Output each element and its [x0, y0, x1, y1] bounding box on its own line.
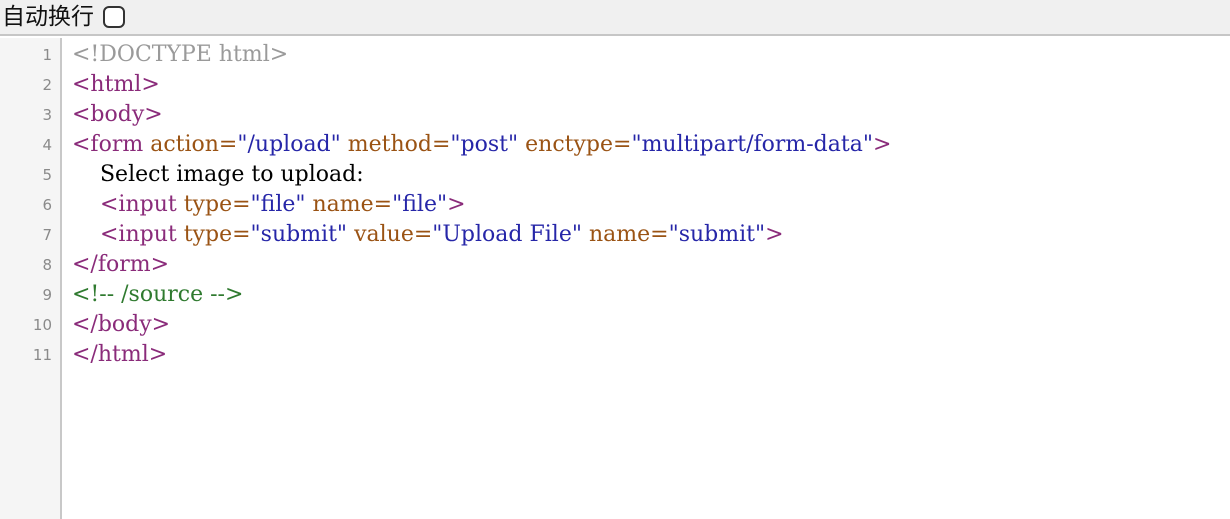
line-number-gutter: 1 2 3 4 5 6 7 8 9 10 11: [0, 38, 62, 519]
code-line[interactable]: <!-- /source -->: [72, 280, 1230, 310]
code-token-tag: <input: [99, 222, 177, 247]
code-line[interactable]: <body>: [72, 100, 1230, 130]
line-number: 10: [32, 316, 52, 334]
code-line[interactable]: <input type="submit" value="Upload File"…: [72, 220, 1230, 250]
code-line[interactable]: <html>: [72, 70, 1230, 100]
line-number: 8: [42, 256, 52, 274]
code-token-str: "submit": [250, 222, 348, 247]
line-number: 7: [42, 226, 52, 244]
code-token-attr: action=: [150, 132, 238, 157]
code-token-tag: >: [872, 132, 892, 157]
code-token-attr: name=: [588, 222, 669, 247]
line-number: 2: [42, 76, 52, 94]
code-token-attr: type=: [183, 192, 251, 217]
code-line[interactable]: <form action="/upload" method="post" enc…: [72, 130, 1230, 160]
code-line[interactable]: </form>: [72, 250, 1230, 280]
code-token-tag: <html>: [72, 72, 160, 97]
code-token-str: "Upload File": [432, 222, 582, 247]
code-token-attr: method=: [347, 132, 451, 157]
code-token-tag: </html>: [72, 342, 168, 367]
code-line[interactable]: </html>: [72, 340, 1230, 370]
code-token-tag: >: [447, 192, 466, 217]
code-token-meta: <!DOCTYPE html>: [72, 42, 289, 67]
code-token-tag: </form>: [72, 252, 170, 277]
code-token-str: "/upload": [237, 132, 341, 157]
line-number: 11: [32, 346, 52, 364]
code-token-tag: <input: [99, 192, 177, 217]
code-token-tag: <body>: [72, 102, 163, 127]
code-token-str: "multipart/form-data": [631, 132, 873, 157]
code-line[interactable]: <input type="file" name="file">: [72, 190, 1230, 220]
code-token-tag: >: [765, 222, 784, 247]
line-number: 1: [42, 46, 52, 64]
line-number: 6: [42, 196, 52, 214]
line-number: 4: [42, 136, 52, 154]
code-line[interactable]: </body>: [72, 310, 1230, 340]
code-viewer[interactable]: 1 2 3 4 5 6 7 8 9 10 11 <!DOCTYPE html> <html> <body…: [0, 38, 1230, 519]
code-line[interactable]: <!DOCTYPE html>: [72, 40, 1230, 70]
code-token-attr: enctype=: [525, 132, 632, 157]
code-token-comment: <!-- /source -->: [72, 282, 244, 307]
line-number: 3: [42, 106, 52, 124]
code-token-str: "file": [250, 192, 306, 217]
code-token-tag: </body>: [72, 312, 171, 337]
code-token-attr: value=: [354, 222, 433, 247]
code-token-text: Select image to upload:: [72, 162, 364, 187]
line-number: 9: [42, 286, 52, 304]
code-area[interactable]: <!DOCTYPE html> <html> <body> <form action=…: [62, 38, 1230, 517]
toolbar: 自动换行: [0, 0, 1230, 36]
code-line[interactable]: Select image to upload:: [72, 160, 1230, 190]
code-token-attr: type=: [183, 222, 251, 247]
code-token-str: "file": [392, 192, 448, 217]
word-wrap-checkbox[interactable]: [103, 6, 125, 28]
code-token-str: "submit": [668, 222, 766, 247]
code-token-str: "post": [450, 132, 519, 157]
code-token-attr: name=: [312, 192, 393, 217]
word-wrap-label: 自动换行: [2, 4, 94, 30]
line-number: 5: [42, 166, 52, 184]
code-token-tag: <form: [72, 132, 144, 157]
